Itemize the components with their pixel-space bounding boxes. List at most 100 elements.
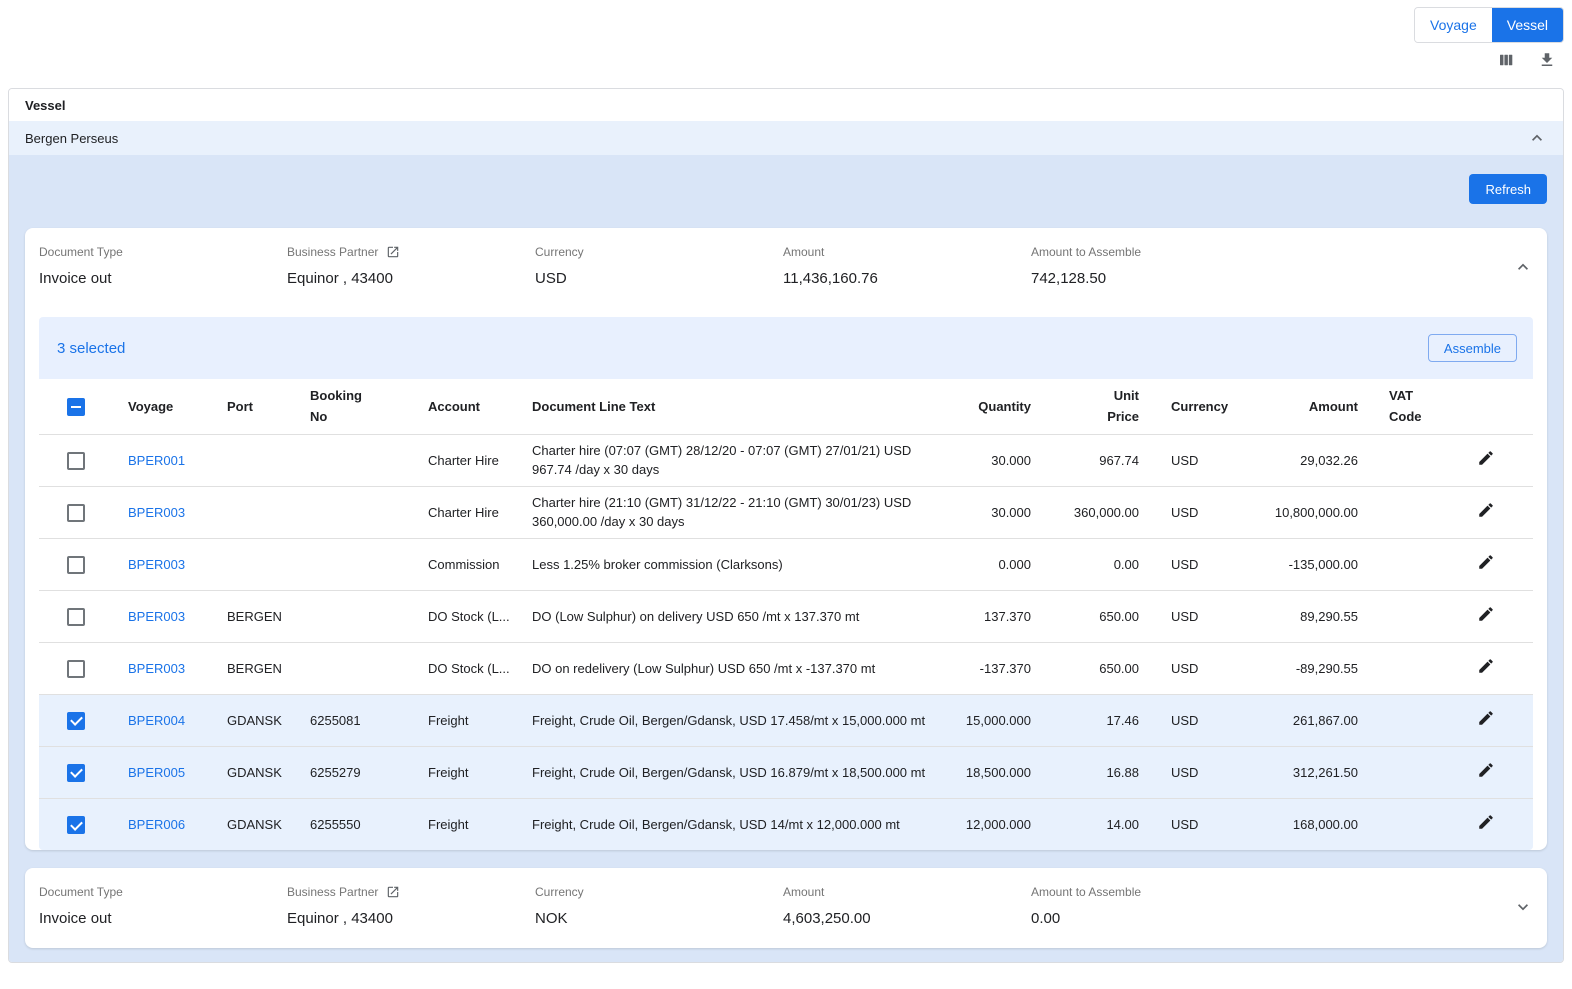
vat-code-cell bbox=[1361, 642, 1461, 694]
table-row[interactable]: BPER001 Charter Hire Charter hire (07:07… bbox=[39, 434, 1533, 486]
voyage-link[interactable]: BPER001 bbox=[111, 434, 215, 486]
currency-cell: USD bbox=[1142, 798, 1250, 850]
field-value: 4,603,250.00 bbox=[783, 910, 1031, 927]
table-row[interactable]: BPER003 Charter Hire Charter hire (21:10… bbox=[39, 486, 1533, 538]
field-value: Invoice out bbox=[39, 910, 287, 927]
select-all-checkbox[interactable] bbox=[67, 398, 85, 416]
voyage-link[interactable]: BPER006 bbox=[111, 798, 215, 850]
row-checkbox[interactable] bbox=[67, 556, 85, 574]
booking-no-cell bbox=[299, 486, 415, 538]
edit-icon[interactable] bbox=[1477, 709, 1495, 727]
amount-cell: 29,032.26 bbox=[1250, 434, 1361, 486]
voyage-link[interactable]: BPER003 bbox=[111, 642, 215, 694]
voyage-link[interactable]: BPER003 bbox=[111, 590, 215, 642]
amount-cell: -89,290.55 bbox=[1250, 642, 1361, 694]
currency-cell: USD bbox=[1142, 746, 1250, 798]
voyage-link[interactable]: BPER003 bbox=[111, 538, 215, 590]
edit-icon[interactable] bbox=[1477, 761, 1495, 779]
field-label: Amount to Assemble bbox=[1031, 244, 1279, 259]
table-row[interactable]: BPER003 BERGEN DO Stock (L... DO (Low Su… bbox=[39, 590, 1533, 642]
field-value: 0.00 bbox=[1031, 910, 1279, 927]
field-label: Business Partner bbox=[287, 245, 378, 259]
row-checkbox[interactable] bbox=[67, 504, 85, 522]
field-value: Invoice out bbox=[39, 270, 287, 287]
download-icon[interactable] bbox=[1538, 51, 1556, 69]
table-row[interactable]: BPER005 GDANSK 6255279 Freight Freight, … bbox=[39, 746, 1533, 798]
field-label: Document Type bbox=[39, 244, 287, 259]
quantity-cell: 0.000 bbox=[950, 538, 1034, 590]
chevron-up-icon[interactable] bbox=[1527, 128, 1547, 148]
booking-no-cell bbox=[299, 642, 415, 694]
document-lines-table: Voyage Port Booking No Account Document … bbox=[39, 379, 1533, 850]
vat-code-cell bbox=[1361, 434, 1461, 486]
field-value: 11,436,160.76 bbox=[783, 270, 1031, 287]
table-row[interactable]: BPER003 BERGEN DO Stock (L... DO on rede… bbox=[39, 642, 1533, 694]
open-in-new-icon[interactable] bbox=[386, 245, 400, 259]
quantity-cell: 12,000.000 bbox=[950, 798, 1034, 850]
edit-icon[interactable] bbox=[1477, 657, 1495, 675]
field-label: Amount bbox=[783, 244, 1031, 259]
column-header-unit-price: Unit Price bbox=[1034, 379, 1142, 434]
edit-icon[interactable] bbox=[1477, 449, 1495, 467]
amount-cell: 168,000.00 bbox=[1250, 798, 1361, 850]
table-row[interactable]: BPER004 GDANSK 6255081 Freight Freight, … bbox=[39, 694, 1533, 746]
voyage-link[interactable]: BPER005 bbox=[111, 746, 215, 798]
voyage-toggle-button[interactable]: Voyage bbox=[1415, 8, 1492, 42]
row-checkbox[interactable] bbox=[67, 660, 85, 678]
column-header-currency: Currency bbox=[1142, 379, 1250, 434]
quantity-cell: 137.370 bbox=[950, 590, 1034, 642]
amount-cell: 89,290.55 bbox=[1250, 590, 1361, 642]
vat-code-cell bbox=[1361, 486, 1461, 538]
assemble-button[interactable]: Assemble bbox=[1428, 334, 1517, 362]
quantity-cell: 30.000 bbox=[950, 434, 1034, 486]
document-card-nok: Document Type Invoice out Business Partn… bbox=[25, 868, 1547, 948]
field-value: Equinor , 43400 bbox=[287, 910, 535, 927]
field-document-type: Document Type Invoice out bbox=[39, 884, 287, 927]
unit-price-cell: 650.00 bbox=[1034, 590, 1142, 642]
edit-icon[interactable] bbox=[1477, 553, 1495, 571]
vat-code-cell bbox=[1361, 746, 1461, 798]
vessel-toggle-button[interactable]: Vessel bbox=[1492, 8, 1563, 42]
voyage-link[interactable]: BPER003 bbox=[111, 486, 215, 538]
currency-cell: USD bbox=[1142, 486, 1250, 538]
view-columns-icon[interactable] bbox=[1497, 51, 1515, 69]
open-in-new-icon[interactable] bbox=[386, 885, 400, 899]
quantity-cell: 15,000.000 bbox=[950, 694, 1034, 746]
currency-cell: USD bbox=[1142, 590, 1250, 642]
port-cell bbox=[215, 434, 299, 486]
selection-toolbar: 3 selected Assemble bbox=[39, 317, 1533, 379]
field-label: Currency bbox=[535, 884, 783, 899]
field-amount: Amount 4,603,250.00 bbox=[783, 884, 1031, 927]
row-checkbox[interactable] bbox=[67, 816, 85, 834]
unit-price-cell: 14.00 bbox=[1034, 798, 1142, 850]
field-value: 742,128.50 bbox=[1031, 270, 1279, 287]
booking-no-cell bbox=[299, 590, 415, 642]
vessel-group-row[interactable]: Bergen Perseus bbox=[9, 121, 1563, 155]
account-cell: Commission bbox=[415, 538, 520, 590]
account-cell: DO Stock (L... bbox=[415, 590, 520, 642]
document-card-usd: Document Type Invoice out Business Partn… bbox=[25, 228, 1547, 850]
table-row[interactable]: BPER003 Commission Less 1.25% broker com… bbox=[39, 538, 1533, 590]
row-checkbox[interactable] bbox=[67, 712, 85, 730]
edit-icon[interactable] bbox=[1477, 813, 1495, 831]
chevron-down-icon[interactable] bbox=[1513, 897, 1533, 917]
field-label: Business Partner bbox=[287, 885, 378, 899]
chevron-up-icon[interactable] bbox=[1513, 257, 1533, 277]
field-label: Amount to Assemble bbox=[1031, 884, 1279, 899]
document-line-text-cell: Less 1.25% broker commission (Clarksons) bbox=[520, 538, 950, 590]
row-checkbox[interactable] bbox=[67, 452, 85, 470]
unit-price-cell: 360,000.00 bbox=[1034, 486, 1142, 538]
account-cell: Freight bbox=[415, 746, 520, 798]
unit-price-cell: 16.88 bbox=[1034, 746, 1142, 798]
edit-icon[interactable] bbox=[1477, 605, 1495, 623]
table-row[interactable]: BPER006 GDANSK 6255550 Freight Freight, … bbox=[39, 798, 1533, 850]
voyage-link[interactable]: BPER004 bbox=[111, 694, 215, 746]
account-cell: Freight bbox=[415, 798, 520, 850]
account-cell: Charter Hire bbox=[415, 486, 520, 538]
vat-code-cell bbox=[1361, 694, 1461, 746]
refresh-button[interactable]: Refresh bbox=[1469, 174, 1547, 204]
row-checkbox[interactable] bbox=[67, 608, 85, 626]
edit-icon[interactable] bbox=[1477, 501, 1495, 519]
document-line-text-cell: DO (Low Sulphur) on delivery USD 650 /mt… bbox=[520, 590, 950, 642]
row-checkbox[interactable] bbox=[67, 764, 85, 782]
